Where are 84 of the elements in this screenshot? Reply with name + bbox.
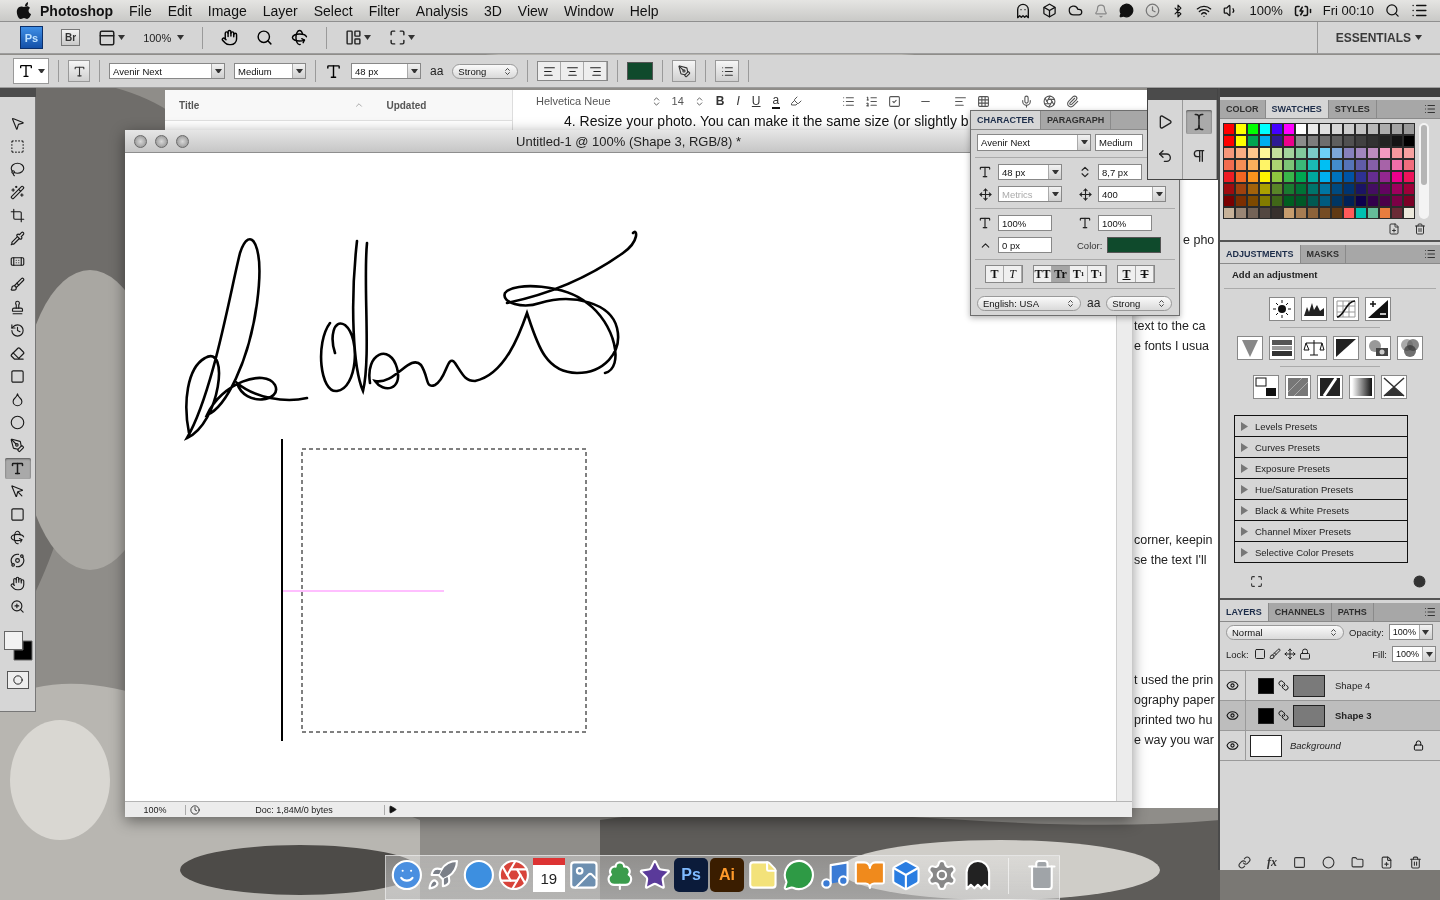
calendar-icon[interactable]: 19 xyxy=(533,858,565,892)
size-dropdown[interactable]: 14 xyxy=(671,95,684,107)
antialias-dropdown[interactable]: Strong xyxy=(1106,295,1173,311)
antialias-label: aa xyxy=(1087,296,1101,310)
tracking-field[interactable]: 400 xyxy=(1098,186,1166,202)
app-icon[interactable]: Ps xyxy=(674,858,708,892)
app-icon[interactable]: Ai xyxy=(710,858,744,892)
horizontal-scale-field[interactable]: 100% xyxy=(1098,215,1152,231)
note-text: 4. Resize your photo. You can make it the same size (or slightly b xyxy=(564,112,969,130)
document-info: Doc: 1,84M/0 bytes xyxy=(204,804,385,815)
menu-item[interactable]: File xyxy=(121,2,160,19)
font-family-dropdown[interactable]: Avenir Next xyxy=(109,63,225,79)
zoom-field[interactable]: 100% xyxy=(125,804,186,815)
type-style-button[interactable]: T xyxy=(986,266,1004,282)
menu-item[interactable]: Analysis xyxy=(407,2,476,19)
layer-row[interactable]: Background xyxy=(1220,731,1440,761)
format-button[interactable]: U xyxy=(750,94,762,108)
font-style-dropdown[interactable]: Medium xyxy=(1095,133,1143,151)
layer-row[interactable]: Shape 4 xyxy=(1220,671,1440,701)
font-style-dropdown[interactable]: Medium xyxy=(234,63,306,79)
zoom-dropdown[interactable]: 100% xyxy=(143,31,185,44)
menu-item[interactable]: Edit xyxy=(159,2,200,19)
lock-label: Lock: xyxy=(1226,648,1249,660)
column-header[interactable]: Updated xyxy=(372,99,512,111)
fill-field[interactable]: 100% xyxy=(1392,646,1436,663)
layer-name: Shape 3 xyxy=(1335,710,1372,721)
menu-item[interactable]: 3D xyxy=(475,2,510,19)
menu-item[interactable]: View xyxy=(509,2,556,19)
font-size-field[interactable]: 48 px xyxy=(351,63,421,79)
type-style-button[interactable]: TT xyxy=(1034,266,1052,282)
panel-tab[interactable]: ADJUSTMENTS xyxy=(1220,245,1301,263)
antialias-label: aa xyxy=(430,64,444,78)
fill-label: Fill: xyxy=(1372,648,1387,660)
layer-row[interactable]: Shape 3 xyxy=(1220,701,1440,731)
menu-item[interactable]: Select xyxy=(305,2,361,19)
type-style-button[interactable]: Tr xyxy=(1052,266,1070,282)
panel-tab[interactable]: LAYERS xyxy=(1220,603,1269,621)
clock-text[interactable]: Fri 00:10 xyxy=(1322,3,1374,18)
window-title: Untitled-1 @ 100% (Shape 3, RGB/8) * xyxy=(516,133,741,149)
menu-item[interactable]: Help xyxy=(621,2,667,19)
language-dropdown[interactable]: English: USA xyxy=(977,295,1081,311)
baseline-shift-field[interactable]: 0 px xyxy=(998,237,1052,253)
type-style-button[interactable]: T$^{1}$ xyxy=(1070,266,1088,282)
bridge-button[interactable]: Br xyxy=(61,29,81,46)
note-text: t used the prin xyxy=(1134,672,1214,689)
color-label: Color: xyxy=(1077,239,1103,251)
menu-item[interactable]: Window xyxy=(555,2,622,19)
note-text: printed two hu xyxy=(1134,712,1213,729)
format-button[interactable]: B xyxy=(714,94,726,108)
menu-item[interactable]: Layer xyxy=(254,2,306,19)
layer-name: Shape 4 xyxy=(1335,680,1371,691)
opacity-label: Opacity: xyxy=(1349,626,1384,638)
panel-heading: Add an adjustment xyxy=(1224,264,1436,289)
leading-field[interactable]: 8,7 px xyxy=(1098,164,1142,180)
layer-effects-button[interactable]: fx xyxy=(1267,855,1277,870)
vertical-scale-field[interactable]: 100% xyxy=(998,215,1052,231)
font-size-field[interactable]: 48 px xyxy=(998,164,1062,180)
note-text: corner, keepin xyxy=(1134,532,1213,549)
app-logo: Ps xyxy=(20,26,43,49)
battery-percentage: 100% xyxy=(1249,3,1283,18)
format-button[interactable]: a xyxy=(771,93,781,109)
menu-item[interactable]: Filter xyxy=(360,2,408,19)
note-text: text to the ca xyxy=(1134,318,1206,335)
panel-tab[interactable]: CHARACTER xyxy=(971,111,1041,129)
workspace-button[interactable]: ESSENTIALS xyxy=(1316,21,1440,54)
column-header[interactable]: Title xyxy=(165,99,355,111)
panel-tab[interactable]: SWATCHES xyxy=(1265,100,1329,118)
note-text: se the text I'll xyxy=(1134,552,1207,569)
menu-item[interactable]: Image xyxy=(199,2,255,19)
note-text: e way you war xyxy=(1134,732,1214,749)
note-text: ography paper xyxy=(1134,692,1215,709)
app-menu[interactable]: Photoshop xyxy=(32,2,122,19)
note-text: e fonts I usua xyxy=(1134,338,1210,355)
opacity-field[interactable]: 100% xyxy=(1388,624,1433,641)
font-dropdown[interactable]: Helvetica Neue xyxy=(536,95,611,107)
type-style-button[interactable]: T xyxy=(1004,266,1022,282)
layer-name: Background xyxy=(1290,740,1341,751)
format-button[interactable]: I xyxy=(735,94,741,108)
type-style-button[interactable]: T xyxy=(1118,266,1136,282)
note-text: e pho xyxy=(1183,232,1215,249)
blend-mode-dropdown[interactable]: Normal xyxy=(1226,624,1344,640)
type-style-button[interactable]: T xyxy=(1136,266,1154,282)
font-family-dropdown[interactable]: Avenir Next xyxy=(977,133,1091,151)
antialias-dropdown[interactable]: Strong xyxy=(452,63,519,79)
